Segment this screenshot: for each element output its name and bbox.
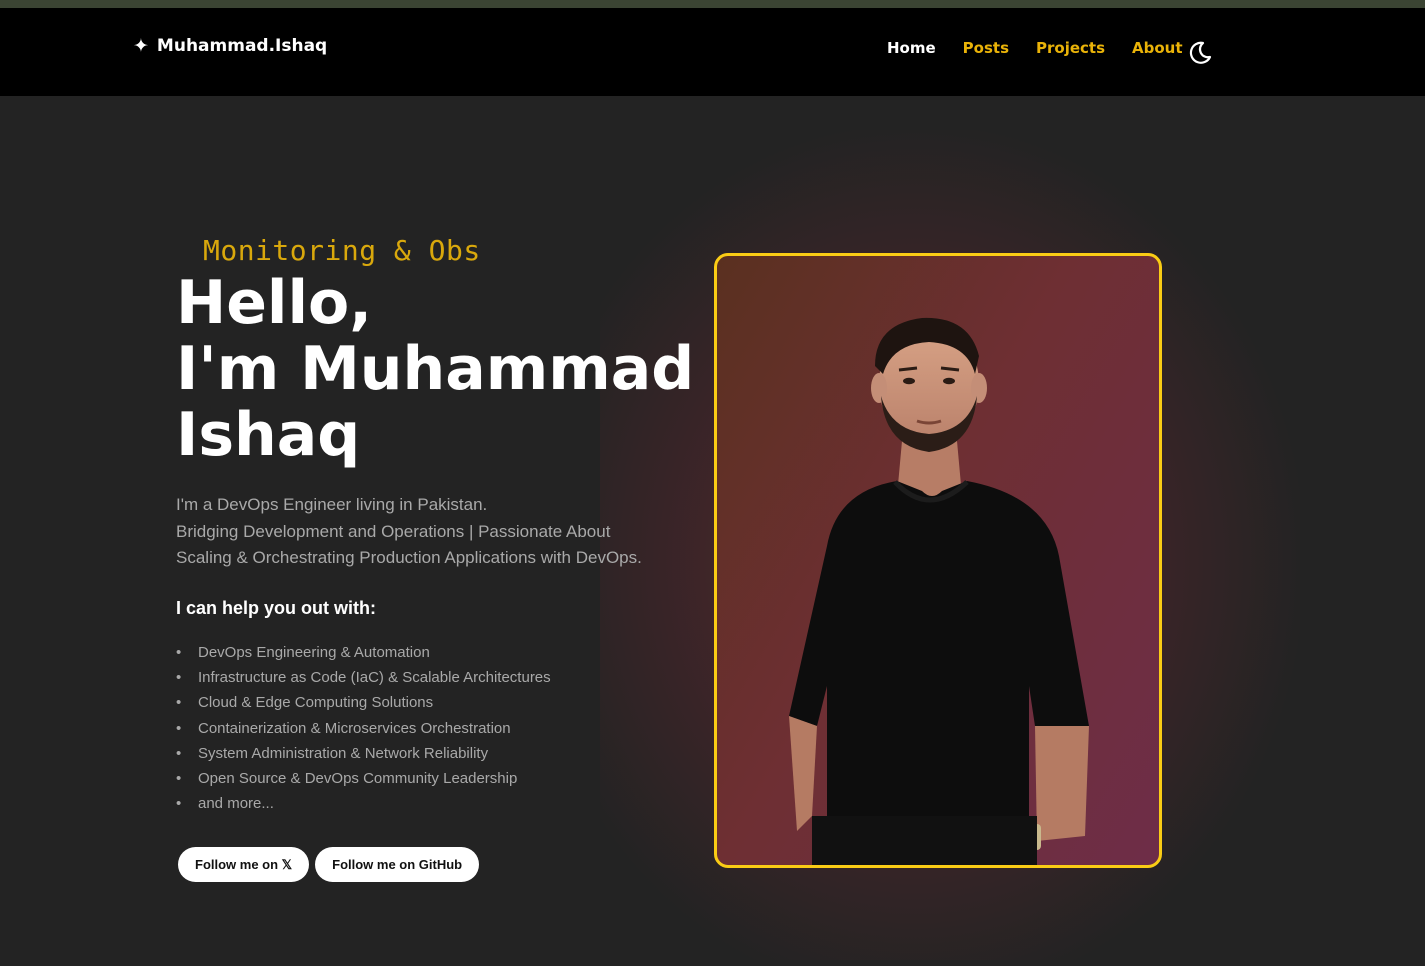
nav-posts[interactable]: Posts xyxy=(963,39,1009,57)
main-nav: Home Posts Projects About xyxy=(887,39,1183,57)
list-item: Open Source & DevOps Community Leadershi… xyxy=(176,766,551,791)
brand-name: Muhammad.Ishaq xyxy=(156,36,328,56)
hero-title-line: Ishaq xyxy=(176,400,361,470)
follow-x-button[interactable]: Follow me on 𝕏 xyxy=(178,847,310,882)
list-item: and more... xyxy=(176,791,551,816)
skills-list: DevOps Engineering & Automation Infrastr… xyxy=(176,640,551,817)
top-strip xyxy=(0,0,1425,8)
follow-github-button[interactable]: Follow me on GitHub xyxy=(315,847,480,882)
hero-title-line: I'm Muhammad xyxy=(176,334,695,404)
list-item: System Administration & Network Reliabil… xyxy=(176,741,551,766)
list-item: Containerization & Microservices Orchest… xyxy=(176,716,551,741)
brand-logo[interactable]: ✦ Muhammad.Ishaq xyxy=(133,36,327,56)
portrait-illustration xyxy=(789,317,1089,865)
hero-intro: I'm a DevOps Engineer living in Pakistan… xyxy=(176,492,696,572)
list-item: DevOps Engineering & Automation xyxy=(176,640,551,665)
hero-title: Hello, I'm Muhammad Ishaq xyxy=(176,270,696,468)
theme-toggle-button[interactable] xyxy=(1186,38,1214,66)
intro-line: Bridging Development and Operations | Pa… xyxy=(176,521,611,541)
sparkle-icon: ✦ xyxy=(133,34,149,57)
nav-about[interactable]: About xyxy=(1132,39,1183,57)
intro-line: I'm a DevOps Engineer living in Pakistan… xyxy=(176,495,488,514)
moon-icon xyxy=(1189,41,1212,64)
list-item: Cloud & Edge Computing Solutions xyxy=(176,690,551,715)
nav-projects[interactable]: Projects xyxy=(1036,39,1105,57)
profile-photo xyxy=(714,253,1162,868)
navbar: ✦ Muhammad.Ishaq Home Posts Projects Abo… xyxy=(0,8,1425,96)
hero-eyebrow: Monitoring & Obs xyxy=(203,234,481,267)
nav-home[interactable]: Home xyxy=(887,39,936,57)
hero-title-line: Hello, xyxy=(176,268,373,338)
help-heading: I can help you out with: xyxy=(176,598,376,618)
social-buttons: Follow me on 𝕏 Follow me on GitHub xyxy=(178,847,480,882)
intro-line: Scaling & Orchestrating Production Appli… xyxy=(176,548,642,567)
list-item: Infrastructure as Code (IaC) & Scalable … xyxy=(176,665,551,690)
